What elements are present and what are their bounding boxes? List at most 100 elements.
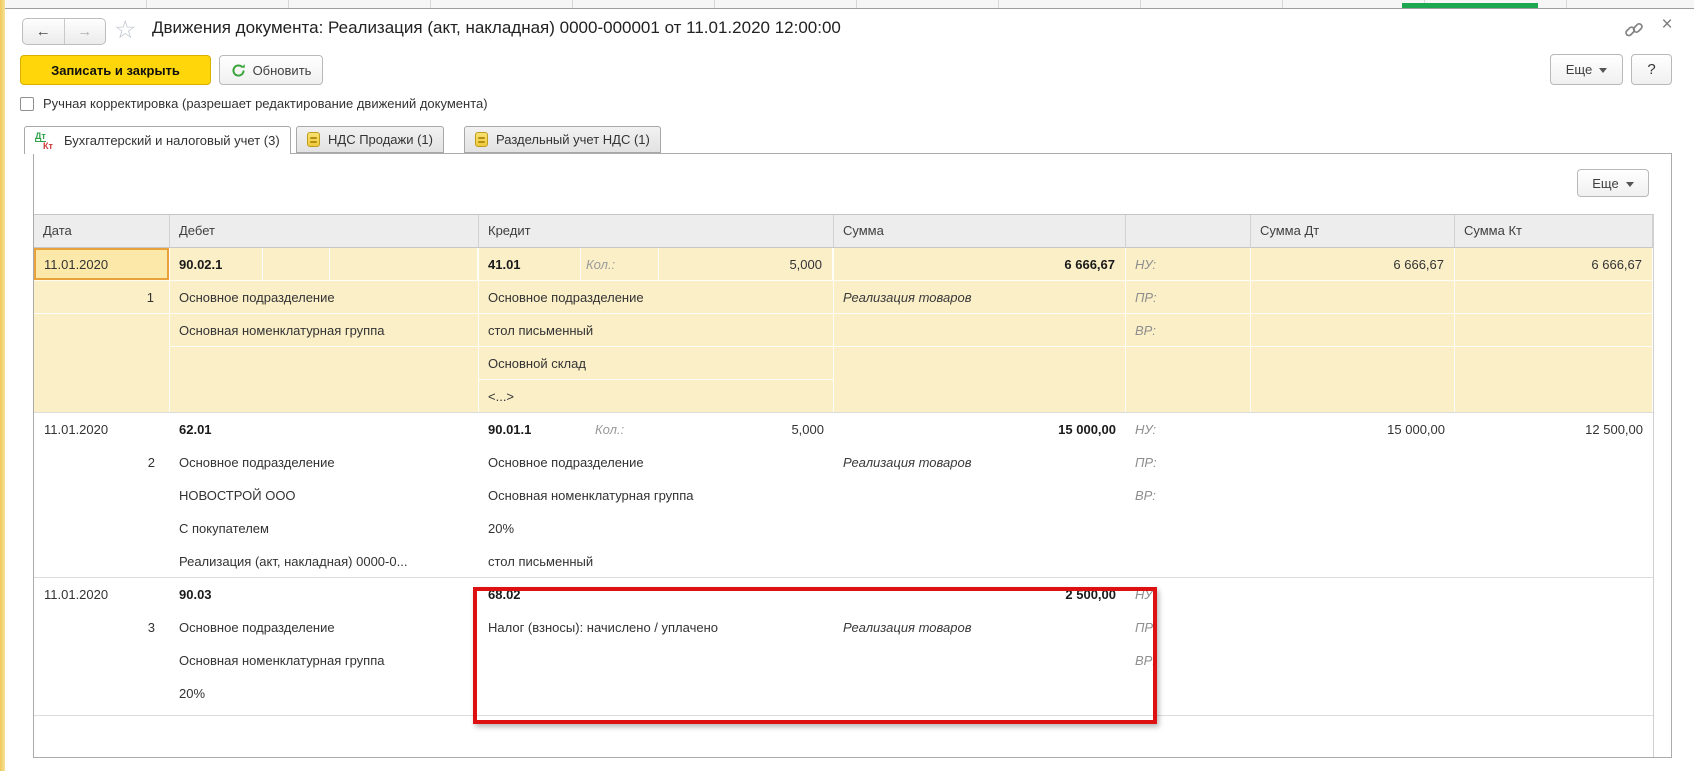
cell-debit-account[interactable]: 90.02.1	[170, 248, 478, 281]
table-row[interactable]: 11.01.2020190.02.1Основное подразделение…	[34, 248, 1653, 413]
col-credit: 90.01.1Кол.:5,000Основное подразделениеО…	[479, 413, 834, 577]
debit-subconto: Основная номенклатурная группа	[170, 314, 478, 347]
qty-label	[590, 578, 673, 611]
row-number: 3	[34, 611, 170, 644]
col-sum-dt: 6 666,67	[1251, 248, 1455, 412]
chevron-down-icon	[1599, 68, 1607, 73]
credit-account: 41.01	[479, 248, 581, 280]
col-tax: НУ:ПР:ВР:	[1126, 413, 1251, 577]
table-more-button[interactable]: Еще	[1577, 169, 1649, 197]
qty-label: Кол.:	[590, 413, 673, 446]
table-row[interactable]: 11.01.2020390.03Основное подразделениеОс…	[34, 578, 1653, 716]
favorite-star-icon[interactable]: ☆	[114, 15, 136, 45]
cell-date[interactable]: 11.01.2020	[34, 578, 170, 611]
tab-label: НДС Продажи (1)	[328, 132, 433, 147]
back-button[interactable]: ←	[23, 19, 65, 44]
col-sum-dt	[1251, 578, 1455, 715]
empty-cell	[1455, 446, 1653, 479]
help-button[interactable]: ?	[1631, 54, 1672, 85]
empty-cell	[1455, 611, 1653, 644]
empty-cell	[1251, 314, 1454, 347]
debit-account: 90.03	[170, 578, 272, 611]
tax-label: ПР:	[1126, 611, 1251, 644]
qty-label: Кол.:	[581, 248, 659, 280]
get-link-icon[interactable]	[1624, 20, 1644, 40]
qty-value: 5,000	[673, 413, 834, 446]
amount: 2 500,00	[834, 578, 1126, 611]
tax-label: НУ:	[1126, 248, 1250, 281]
credit-account: 90.01.1	[479, 413, 590, 446]
row-number: 1	[34, 281, 169, 314]
col-header-sum-kt[interactable]: Сумма Кт	[1455, 215, 1653, 247]
sum-kt-value: 12 500,00	[1455, 413, 1653, 446]
sum-kt-value: 6 666,67	[1455, 248, 1652, 281]
col-header-debit[interactable]: Дебет	[170, 215, 479, 247]
col-header-sum-dt[interactable]: Сумма Дт	[1251, 215, 1455, 247]
col-sum-kt: 12 500,00	[1455, 413, 1653, 577]
tax-label: ПР:	[1126, 281, 1250, 314]
back-arrow-icon: ←	[36, 23, 51, 40]
browser-tab-strip	[5, 0, 1694, 9]
table-header: Дата Дебет Кредит Сумма Сумма Дт Сумма К…	[34, 214, 1653, 248]
more-actions-button[interactable]: Еще	[1550, 54, 1623, 85]
empty-cell	[1455, 281, 1652, 314]
sum-dt-value	[1251, 578, 1455, 611]
amount: 6 666,67	[834, 248, 1125, 281]
refresh-button[interactable]: Обновить	[219, 55, 323, 85]
cell-credit-account[interactable]: 90.01.1Кол.:5,000	[479, 413, 834, 446]
qty-value: 5,000	[659, 248, 833, 280]
col-header-date[interactable]: Дата	[34, 215, 170, 247]
more-label: Еще	[1566, 62, 1592, 77]
manual-adjustment-label: Ручная корректировка (разрешает редактир…	[43, 96, 488, 111]
tab-content-panel: Еще Дата Дебет Кредит Сумма Сумма Дт Сум…	[33, 153, 1672, 758]
debit-account: 62.01	[170, 413, 272, 446]
cell-credit-account[interactable]: 68.02	[479, 578, 834, 611]
more-label: Еще	[1592, 176, 1618, 191]
qty-value	[673, 578, 834, 611]
save-and-close-button[interactable]: Записать и закрыть	[20, 55, 211, 85]
tab-vat-sales[interactable]: НДС Продажи (1)	[296, 126, 444, 153]
vat-book-icon	[307, 132, 320, 147]
col-amount: 6 666,67Реализация товаров	[834, 248, 1126, 412]
tab-accounting-tax[interactable]: Дт Кт Бухгалтерский и налоговый учет (3)	[24, 126, 291, 154]
movements-table: Дата Дебет Кредит Сумма Сумма Дт Сумма К…	[34, 214, 1654, 757]
cell-debit-account[interactable]: 90.03	[170, 578, 479, 611]
col-tax: НУ:ПР:ВР:	[1126, 248, 1251, 412]
col-header-amount[interactable]: Сумма	[834, 215, 1126, 247]
col-header-credit[interactable]: Кредит	[479, 215, 834, 247]
forward-button[interactable]: →	[65, 19, 106, 44]
debit-subconto: Основное подразделение	[170, 281, 478, 314]
col-credit: 41.01Кол.:5,000Основное подразделениесто…	[479, 248, 834, 412]
credit-subconto: Налог (взносы): начислено / уплачено	[479, 611, 834, 644]
col-date: 11.01.20202	[34, 413, 170, 577]
debit-subconto: С покупателем	[170, 512, 479, 545]
tab-separate-vat[interactable]: Раздельный учет НДС (1)	[464, 126, 661, 153]
col-date: 11.01.20203	[34, 578, 170, 715]
col-date: 11.01.20201	[34, 248, 170, 412]
debit-extra-cell	[272, 413, 339, 446]
cell-debit-account[interactable]: 62.01	[170, 413, 479, 446]
debit-subconto: Основное подразделение	[170, 446, 479, 479]
debit-extra-cell	[272, 578, 339, 611]
left-accent-strip	[0, 0, 5, 771]
cell-date[interactable]: 11.01.2020	[34, 248, 169, 281]
amount: 15 000,00	[834, 413, 1126, 446]
tax-label: ПР:	[1126, 446, 1251, 479]
manual-adjustment-checkbox[interactable]	[20, 97, 34, 111]
debit-subconto: НОВОСТРОЙ ООО	[170, 479, 479, 512]
cell-date[interactable]: 11.01.2020	[34, 413, 170, 446]
close-icon[interactable]: ×	[1656, 14, 1678, 36]
chevron-down-icon	[1626, 182, 1634, 187]
sum-dt-value: 6 666,67	[1251, 248, 1454, 281]
refresh-label: Обновить	[253, 63, 312, 78]
tax-label: НУ:	[1126, 578, 1251, 611]
empty-cell	[1455, 479, 1653, 512]
credit-subconto: стол письменный	[479, 545, 834, 578]
cell-credit-account[interactable]: 41.01Кол.:5,000	[479, 248, 833, 281]
credit-subconto: стол письменный	[479, 314, 833, 347]
operation-comment: Реализация товаров	[834, 611, 1126, 644]
app-window: ← → ☆ Движения документа: Реализация (ак…	[0, 0, 1694, 771]
col-header-tax[interactable]	[1126, 215, 1251, 247]
table-row[interactable]: 11.01.2020262.01Основное подразделениеНО…	[34, 413, 1653, 578]
empty-cell	[1455, 314, 1652, 347]
